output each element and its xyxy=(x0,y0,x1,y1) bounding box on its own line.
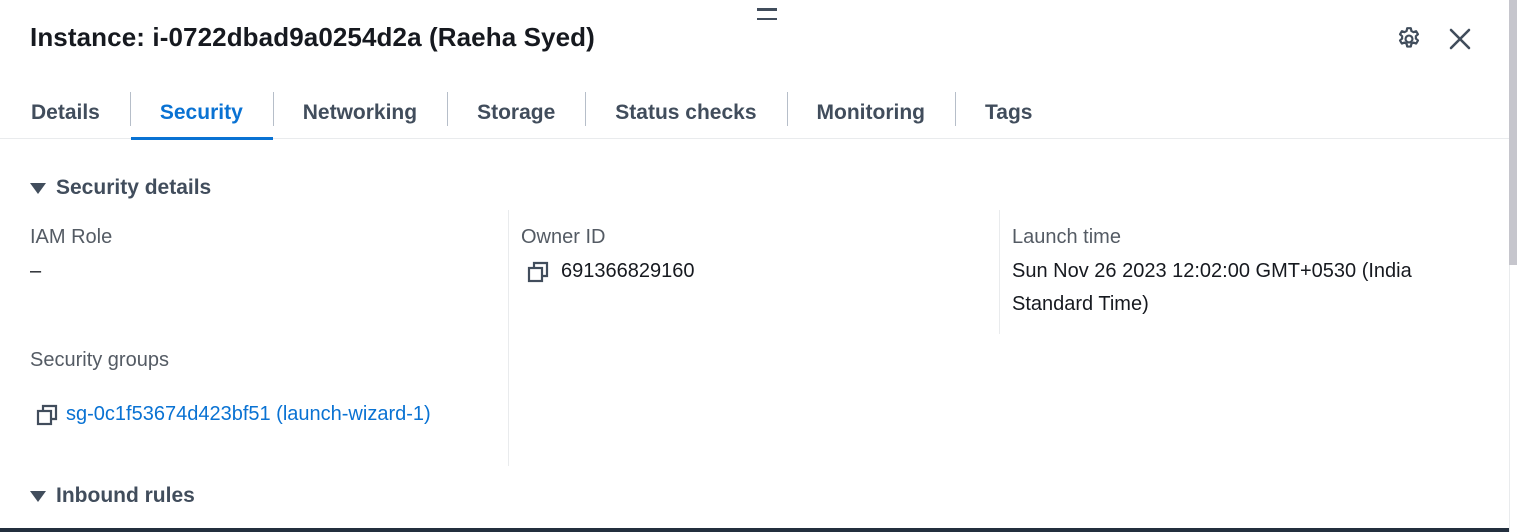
settings-button[interactable] xyxy=(1392,22,1426,56)
security-group-row: sg-0c1f53674d423bf51 (launch-wizard-1) xyxy=(36,398,431,431)
section-heading: Inbound rules xyxy=(56,484,195,507)
bottom-border xyxy=(0,528,1509,532)
tab-label: Storage xyxy=(477,100,556,124)
owner-id-row: 691366829160 xyxy=(527,255,694,288)
instance-detail-panel: Instance: i-0722dbad9a0254d2a (Raeha Sye… xyxy=(0,0,1517,532)
caret-down-icon xyxy=(30,182,46,194)
scrollbar-thumb[interactable] xyxy=(1509,0,1517,265)
copy-icon[interactable] xyxy=(527,261,549,283)
tab-label: Security xyxy=(159,100,243,124)
section-heading: Security details xyxy=(56,176,212,199)
tab-networking[interactable]: Networking xyxy=(272,86,447,139)
tab-bar: Details Security Networking Storage Stat… xyxy=(0,86,1509,140)
caret-down-icon xyxy=(30,490,46,502)
panel-title: Instance: i-0722dbad9a0254d2a (Raeha Sye… xyxy=(30,22,595,52)
copy-icon[interactable] xyxy=(36,404,58,426)
launch-time-label: Launch time xyxy=(1012,226,1121,248)
tab-security[interactable]: Security xyxy=(129,86,273,140)
security-groups-label: Security groups xyxy=(30,349,169,371)
gear-icon xyxy=(1398,27,1420,48)
tab-monitoring[interactable]: Monitoring xyxy=(786,86,955,139)
column-divider xyxy=(508,210,509,466)
launch-time-value: Sun Nov 26 2023 12:02:00 GMT+0530 (India… xyxy=(1012,260,1412,315)
inbound-rules-toggle[interactable]: Inbound rules xyxy=(30,484,195,508)
security-details-toggle[interactable]: Security details xyxy=(30,176,211,200)
tab-tags[interactable]: Tags xyxy=(955,86,1062,139)
iam-role-label: IAM Role xyxy=(30,226,113,248)
tab-status-checks[interactable]: Status checks xyxy=(585,86,786,139)
close-icon xyxy=(1449,28,1471,50)
tab-label: Tags xyxy=(985,100,1033,124)
security-group-link[interactable]: sg-0c1f53674d423bf51 (launch-wizard-1) xyxy=(66,398,431,431)
iam-role-value: – xyxy=(30,260,42,282)
close-button[interactable] xyxy=(1443,22,1477,56)
column-divider xyxy=(999,210,1000,334)
tab-label: Status checks xyxy=(615,100,757,124)
tab-label: Monitoring xyxy=(816,100,925,124)
owner-id-label: Owner ID xyxy=(521,226,606,248)
owner-id-value: 691366829160 xyxy=(561,260,695,282)
tab-details[interactable]: Details xyxy=(0,86,130,139)
tab-label: Details xyxy=(31,100,100,124)
tab-label: Networking xyxy=(302,100,418,124)
drag-handle-icon[interactable] xyxy=(757,8,777,20)
tab-storage[interactable]: Storage xyxy=(447,86,585,139)
